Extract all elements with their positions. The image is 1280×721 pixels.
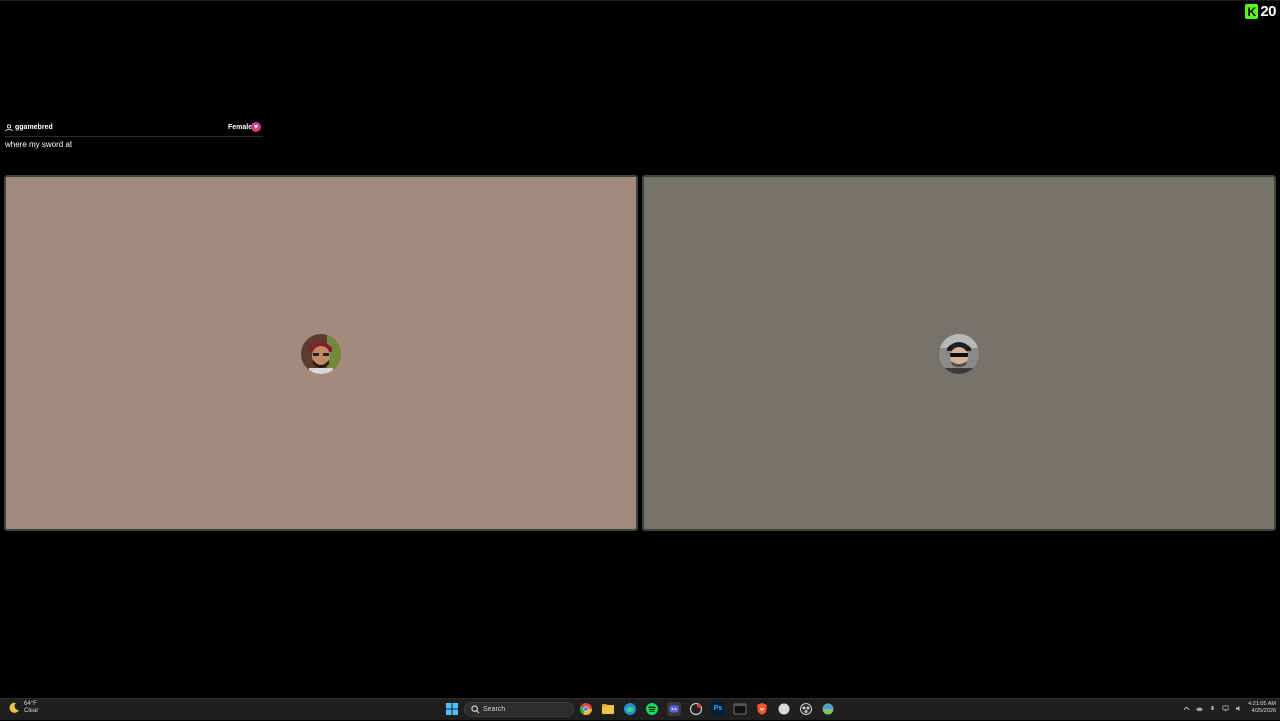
video-tile-partner[interactable]: [4, 175, 638, 531]
partner-username[interactable]: ggamebred: [15, 124, 53, 131]
weather-temp: 64°F: [24, 701, 37, 707]
spotify-icon[interactable]: [645, 702, 659, 716]
search-box[interactable]: Search: [464, 702, 574, 717]
female-icon: [251, 122, 261, 132]
taskbar: 64°F Clear Search Ps 4:21:05 AM 4/25/202…: [0, 698, 1280, 720]
user-icon: [5, 124, 13, 132]
microphone-icon[interactable]: [1209, 705, 1216, 712]
weather-condition: Clear: [24, 708, 39, 714]
app-window: K 20 ggamebred Female where my sword at: [0, 0, 1280, 698]
chevron-up-icon[interactable]: [1183, 705, 1190, 712]
windows-start-icon[interactable]: [445, 702, 459, 716]
obs-icon[interactable]: [799, 702, 813, 716]
app-icon[interactable]: [689, 702, 703, 716]
photoshop-icon[interactable]: Ps: [711, 702, 725, 716]
terminal-icon[interactable]: [733, 702, 747, 716]
avatar: [939, 334, 979, 374]
search-icon: [471, 705, 480, 714]
weather-widget[interactable]: 64°F Clear: [8, 701, 38, 715]
search-placeholder: Search: [483, 706, 506, 713]
video-tile-self[interactable]: [642, 175, 1276, 531]
moon-icon: [9, 702, 19, 713]
app-icon[interactable]: [821, 702, 835, 716]
partner-info-row: ggamebred Female: [5, 122, 265, 133]
app-icon[interactable]: [777, 702, 791, 716]
discord-icon[interactable]: [667, 702, 681, 716]
system-clock[interactable]: 4:21:05 AM 4/25/2026: [1248, 701, 1276, 715]
clock-time: 4:21:05 AM: [1248, 701, 1276, 707]
clock-date: 4/25/2026: [1251, 708, 1276, 714]
brave-icon[interactable]: [755, 702, 769, 716]
chat-message: where my sword at: [5, 140, 73, 149]
chrome-icon[interactable]: [579, 702, 593, 716]
partner-gender: Female: [228, 124, 253, 131]
file-explorer-icon[interactable]: [601, 702, 615, 716]
network-icon[interactable]: [1222, 705, 1229, 712]
volume-icon[interactable]: [1235, 705, 1242, 712]
kick-logo-icon: K: [1245, 4, 1259, 19]
divider: [5, 136, 263, 137]
brand-logo: K 20: [1245, 3, 1276, 20]
edge-icon[interactable]: [623, 702, 637, 716]
online-count: 20: [1260, 3, 1276, 20]
system-tray: 4:21:05 AM 4/25/2026: [1183, 701, 1276, 715]
avatar: [301, 334, 341, 374]
cloud-icon[interactable]: [1196, 705, 1203, 712]
